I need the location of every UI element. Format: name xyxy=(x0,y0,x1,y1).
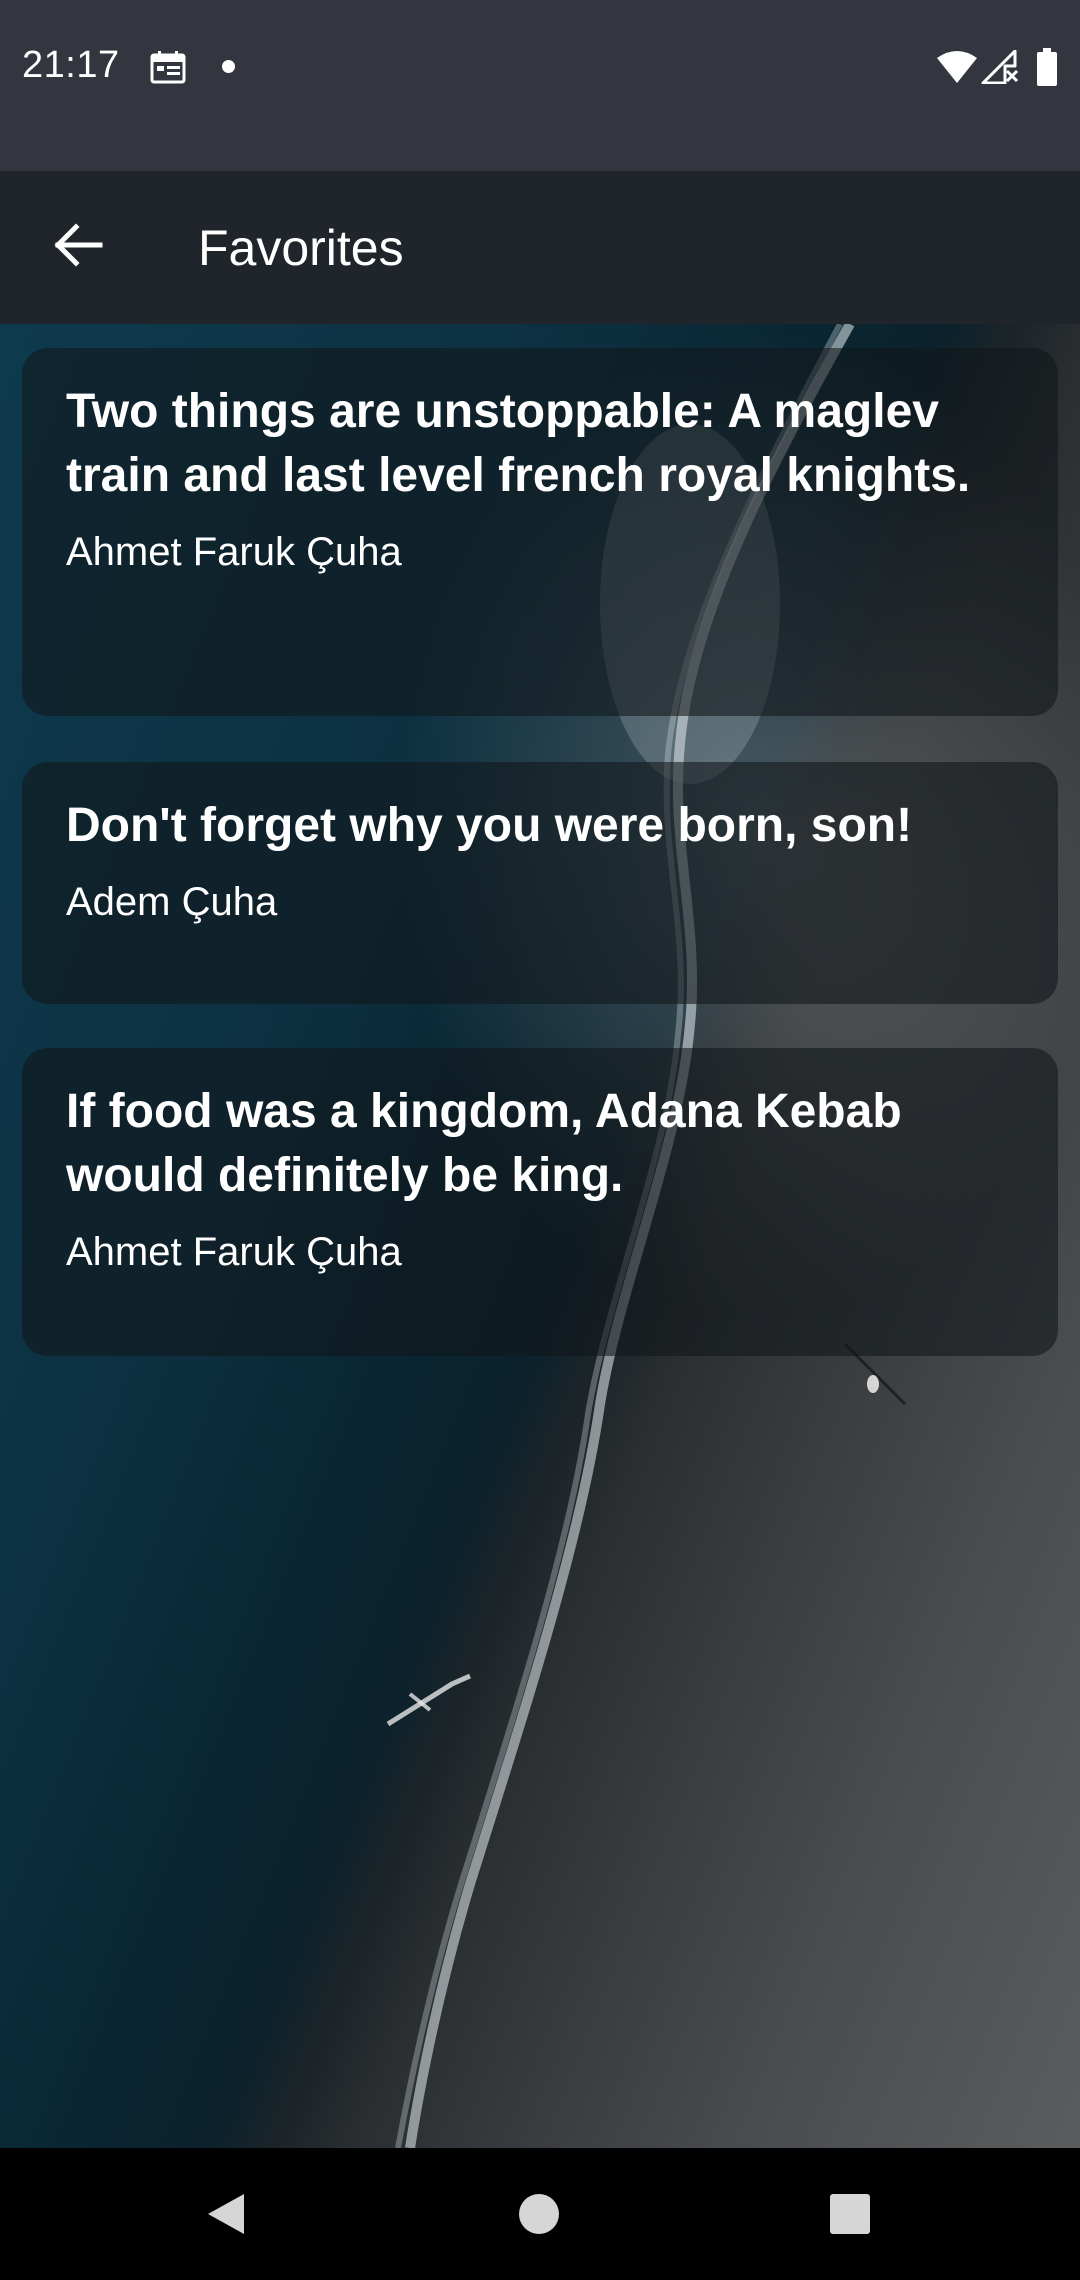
cellular-signal-icon xyxy=(981,50,1019,84)
nav-back-button[interactable] xyxy=(190,2178,262,2250)
quote-text: Two things are unstoppable: A maglev tra… xyxy=(66,385,971,502)
status-bar: 21:17 xyxy=(0,0,1080,171)
quote-text: Don't forget why you were born, son! xyxy=(66,799,913,852)
calendar-icon xyxy=(150,51,186,84)
back-button[interactable] xyxy=(28,195,128,295)
arrow-left-icon xyxy=(54,223,103,267)
quote-card[interactable]: Two things are unstoppable: A maglev tra… xyxy=(22,348,1058,716)
nav-home-button[interactable] xyxy=(503,2178,575,2250)
nav-back-icon xyxy=(208,2194,244,2234)
quote-card[interactable]: Don't forget why you were born, son! Ade… xyxy=(22,762,1058,1004)
wifi-icon xyxy=(937,51,977,83)
quote-card[interactable]: If food was a kingdom, Adana Kebab would… xyxy=(22,1048,1058,1356)
quote-text: If food was a kingdom, Adana Kebab would… xyxy=(66,1085,902,1202)
app-bar: Favorites xyxy=(0,171,1080,324)
system-nav-bar xyxy=(0,2148,1080,2280)
nav-home-icon xyxy=(519,2194,559,2234)
quote-author: Ahmet Faruk Çuha xyxy=(66,1230,402,1274)
nav-recents-button[interactable] xyxy=(814,2178,886,2250)
notification-dot-icon xyxy=(222,60,235,73)
page-title: Favorites xyxy=(198,220,404,276)
nav-recents-icon xyxy=(830,2194,870,2234)
battery-icon xyxy=(1037,48,1057,86)
quote-author: Ahmet Faruk Çuha xyxy=(66,530,402,574)
quote-author: Adem Çuha xyxy=(66,880,278,924)
status-time: 21:17 xyxy=(22,44,120,86)
